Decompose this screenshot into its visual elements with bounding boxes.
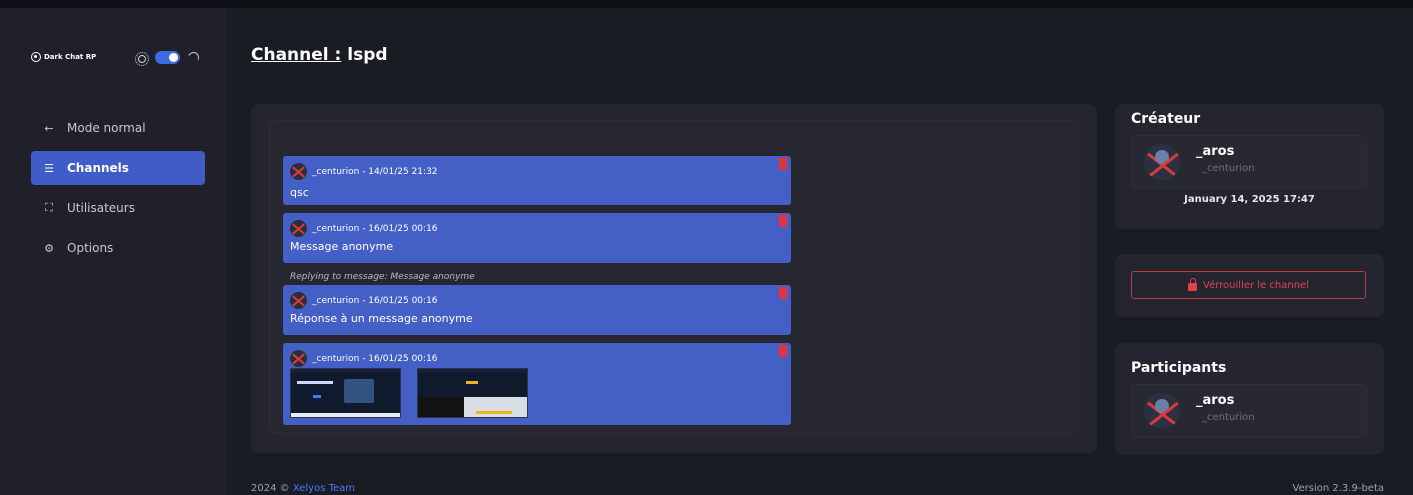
message-text: qsc — [290, 186, 309, 199]
message-item[interactable]: _centurion - 14/01/25 21:32 qsc — [283, 156, 791, 205]
trash-icon[interactable] — [778, 215, 788, 227]
server-icon: ☰ — [44, 161, 54, 175]
creator-name: _aros — [1196, 144, 1235, 159]
footer-copyright: 2024 © Xelyos Team — [251, 483, 355, 494]
sidebar-item-label: Utilisateurs — [67, 201, 135, 215]
participant-handle: _centurion — [1202, 412, 1255, 423]
theme-switch — [135, 50, 201, 66]
trash-icon[interactable] — [778, 345, 788, 357]
reply-note: Replying to message: Message anonyme — [290, 272, 475, 282]
message-author-line: _centurion - 16/01/25 00:16 — [312, 223, 438, 234]
thumb-dark-block — [418, 397, 464, 417]
brand-name: Dark Chat RP — [44, 53, 97, 61]
message-item[interactable]: _centurion - 16/01/25 00:16 Message anon… — [283, 213, 791, 263]
lock-channel-button[interactable]: Vérrouiller le channel — [1131, 271, 1366, 299]
sidebar-item-label: Channels — [67, 161, 129, 175]
brand[interactable]: Dark Chat RP — [31, 52, 96, 62]
thumb-nav — [291, 369, 400, 373]
participants-panel: Participants _aros _centurion — [1115, 343, 1384, 455]
trash-icon[interactable] — [778, 287, 788, 299]
logo-icon — [31, 52, 41, 62]
team-link[interactable]: Xelyos Team — [293, 483, 355, 494]
message-header: _centurion - 16/01/25 00:16 — [290, 292, 438, 309]
thumb-button — [313, 395, 321, 398]
avatar-face — [1155, 150, 1169, 164]
sidebar-item-utilisateurs[interactable]: ⛶ Utilisateurs — [31, 191, 205, 225]
thumb-illustration — [344, 379, 374, 403]
message-item[interactable]: _centurion - 16/01/25 00:16 Réponse à un… — [283, 285, 791, 335]
avatar — [290, 350, 307, 367]
creator-user-card[interactable]: _aros _centurion — [1131, 135, 1367, 189]
avatar — [290, 292, 307, 309]
toggle-knob — [169, 53, 178, 62]
avatar — [290, 220, 307, 237]
users-scan-icon: ⛶ — [45, 201, 53, 214]
avatar — [1144, 144, 1180, 180]
channel-name: lspd — [347, 45, 388, 65]
attachment-image[interactable] — [290, 368, 401, 418]
thumb-nav — [418, 369, 527, 373]
app-version: Version 2.3.9-beta — [1292, 483, 1384, 494]
page-title: Channel : lspd — [251, 45, 388, 65]
sidebar-nav: ← Mode normal ☰ Channels ⛶ Utilisateurs … — [31, 111, 205, 271]
message-author-line: _centurion - 16/01/25 00:16 — [312, 295, 438, 306]
thumb-bar — [476, 411, 512, 414]
sidebar-item-label: Mode normal — [67, 121, 146, 135]
creator-handle: _centurion — [1202, 163, 1255, 174]
created-at: January 14, 2025 17:47 — [1184, 194, 1315, 205]
theme-toggle[interactable] — [155, 51, 180, 64]
thumb-footer — [291, 413, 400, 417]
message-author-line: _centurion - 16/01/25 00:16 — [312, 353, 438, 364]
avatar-face — [1155, 399, 1169, 413]
sidebar-item-channels[interactable]: ☰ Channels — [31, 151, 205, 185]
lock-icon — [1188, 277, 1198, 291]
trash-icon[interactable] — [778, 158, 788, 170]
message-header: _centurion - 14/01/25 21:32 — [290, 163, 438, 180]
top-strip — [0, 0, 1413, 8]
copyright-text: 2024 © — [251, 483, 290, 494]
moon-icon — [186, 50, 201, 65]
lock-channel-label: Vérrouiller le channel — [1203, 279, 1309, 291]
lock-panel: Vérrouiller le channel — [1115, 254, 1384, 317]
gear-icon: ⚙ — [44, 241, 54, 255]
message-text: Réponse à un message anonyme — [290, 312, 473, 325]
sun-icon — [135, 51, 149, 66]
creator-title: Créateur — [1131, 111, 1201, 127]
sidebar-item-mode-normal[interactable]: ← Mode normal — [31, 111, 205, 145]
sidebar: Dark Chat RP ← Mode normal ☰ Channels ⛶ … — [0, 8, 227, 495]
participant-name: _aros — [1196, 393, 1235, 408]
avatar — [290, 163, 307, 180]
participant-user-card[interactable]: _aros _centurion — [1131, 384, 1367, 438]
attachment-image[interactable] — [417, 368, 528, 418]
thumb-hero — [297, 381, 333, 384]
arrow-left-icon: ← — [44, 121, 54, 135]
thumb-button — [466, 381, 478, 384]
message-text: Message anonyme — [290, 240, 394, 253]
message-author-line: _centurion - 14/01/25 21:32 — [312, 166, 438, 177]
page-title-prefix[interactable]: Channel : — [251, 45, 341, 65]
participants-title: Participants — [1131, 360, 1227, 376]
message-header: _centurion - 16/01/25 00:16 — [290, 350, 438, 367]
sidebar-item-label: Options — [67, 241, 114, 255]
avatar — [1144, 393, 1180, 429]
message-header: _centurion - 16/01/25 00:16 — [290, 220, 438, 237]
creator-panel: Créateur _aros _centurion January 14, 20… — [1115, 104, 1384, 229]
sidebar-item-options[interactable]: ⚙ Options — [31, 231, 205, 265]
